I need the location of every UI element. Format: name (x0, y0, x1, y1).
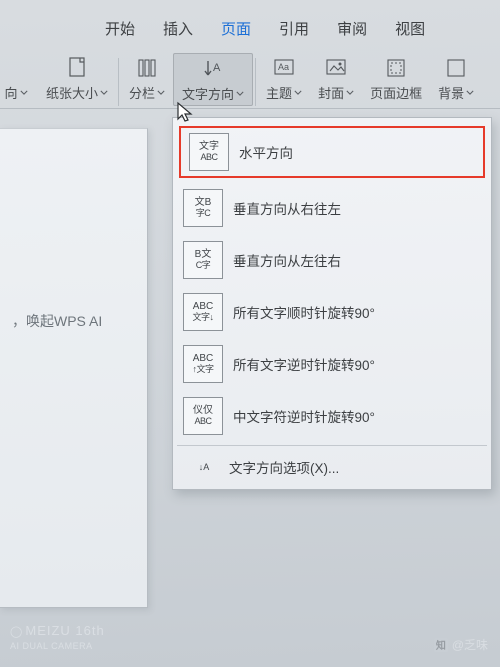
chevron-down-icon (236, 91, 244, 96)
menu-item-rotate-ccw-90[interactable]: ABC ↑文字 所有文字逆时针旋转90° (173, 338, 491, 390)
direction-preview-icon: 文B 字C (183, 189, 223, 227)
chevron-down-icon (346, 90, 354, 95)
svg-text:Aa: Aa (278, 62, 289, 72)
device-watermark: ◯ MEIZU 16th AI DUAL CAMERA (10, 624, 105, 653)
menu-item-rotate-cw-90[interactable]: ABC 文字↓ 所有文字顺时针旋转90° (173, 286, 491, 338)
theme-icon: Aa (272, 57, 296, 79)
chevron-down-icon (466, 90, 474, 95)
ribbon-group-orientation[interactable]: 向 (0, 53, 38, 106)
text-direction-small-icon: ↓A (195, 456, 213, 478)
ribbon-group-theme[interactable]: Aa 主题 (258, 53, 310, 106)
background-icon (445, 57, 467, 79)
ribbon-label: 背景 (438, 83, 464, 102)
ribbon-label: 文字方向 (182, 84, 234, 103)
menu-label: 水平方向 (239, 142, 293, 162)
direction-preview-icon: 文字 ABC (189, 133, 229, 171)
svg-text:A: A (213, 62, 221, 74)
tab-insert[interactable]: 插入 (163, 18, 193, 39)
menu-item-horizontal[interactable]: 文字 ABC 水平方向 (179, 126, 485, 178)
ribbon-tabs: 开始 插入 页面 引用 审阅 视图 (0, 0, 500, 39)
columns-icon (136, 57, 158, 79)
text-direction-icon: A (202, 57, 224, 81)
direction-preview-icon: ABC ↑文字 (183, 345, 223, 383)
tab-review[interactable]: 审阅 (337, 18, 367, 39)
document-page[interactable]: ，唤起WPS AI (0, 128, 148, 608)
menu-label: 垂直方向从左往右 (233, 250, 341, 270)
ribbon-group-pageborder[interactable]: 页面边框 (362, 53, 430, 106)
tab-start[interactable]: 开始 (105, 18, 135, 39)
orientation-icon (2, 55, 30, 81)
menu-label: 中文字符逆时针旋转90° (233, 406, 375, 426)
cover-icon (324, 57, 348, 79)
direction-preview-icon: ABC 文字↓ (183, 293, 223, 331)
ribbon-label: 封面 (318, 83, 344, 102)
chevron-down-icon (294, 90, 302, 95)
chevron-down-icon (20, 90, 28, 95)
ribbon-group-columns[interactable]: 分栏 (121, 53, 173, 106)
ribbon-group-background[interactable]: 背景 (430, 53, 482, 106)
ribbon-group-textdirection[interactable]: A 文字方向 (173, 53, 253, 106)
menu-label: 所有文字顺时针旋转90° (233, 302, 375, 322)
chevron-down-icon (157, 90, 165, 95)
menu-item-vertical-ltr[interactable]: B文 C字 垂直方向从左往右 (173, 234, 491, 286)
direction-preview-icon: 仪仅 ABC (183, 397, 223, 435)
menu-label: 文字方向选项(X)... (229, 457, 339, 477)
menu-separator (177, 445, 487, 446)
zhihu-icon: 知 (434, 638, 448, 652)
ribbon-label: 页面边框 (370, 83, 422, 102)
tab-page[interactable]: 页面 (221, 18, 251, 39)
ribbon-group-papersize[interactable]: 纸张大小 (38, 53, 116, 106)
ribbon-group-cover[interactable]: 封面 (310, 53, 362, 106)
author-watermark: 知 @乏味 (434, 636, 488, 653)
tab-reference[interactable]: 引用 (279, 18, 309, 39)
ribbon-label: 纸张大小 (46, 83, 98, 102)
page-border-icon (385, 57, 407, 79)
menu-item-direction-options[interactable]: ↓A 文字方向选项(X)... (173, 449, 491, 485)
ribbon-label: 主题 (266, 83, 292, 102)
text-direction-menu: 文字 ABC 水平方向 文B 字C 垂直方向从右往左 B文 C字 垂直方向从左往… (172, 117, 492, 490)
document-placeholder-text: ，唤起WPS AI (12, 311, 102, 331)
menu-label: 所有文字逆时针旋转90° (233, 354, 375, 374)
menu-item-vertical-rtl[interactable]: 文B 字C 垂直方向从右往左 (173, 182, 491, 234)
direction-preview-icon: B文 C字 (183, 241, 223, 279)
ribbon-label: 向 (4, 83, 17, 102)
menu-item-chinese-ccw-90[interactable]: 仪仅 ABC 中文字符逆时针旋转90° (173, 390, 491, 442)
ribbon-bar: 向 纸张大小 分栏 A (0, 53, 500, 109)
menu-label: 垂直方向从右往左 (233, 198, 341, 218)
tab-view[interactable]: 视图 (395, 18, 425, 39)
page-size-icon (66, 56, 88, 80)
chevron-down-icon (100, 90, 108, 95)
ribbon-label: 分栏 (129, 83, 155, 102)
